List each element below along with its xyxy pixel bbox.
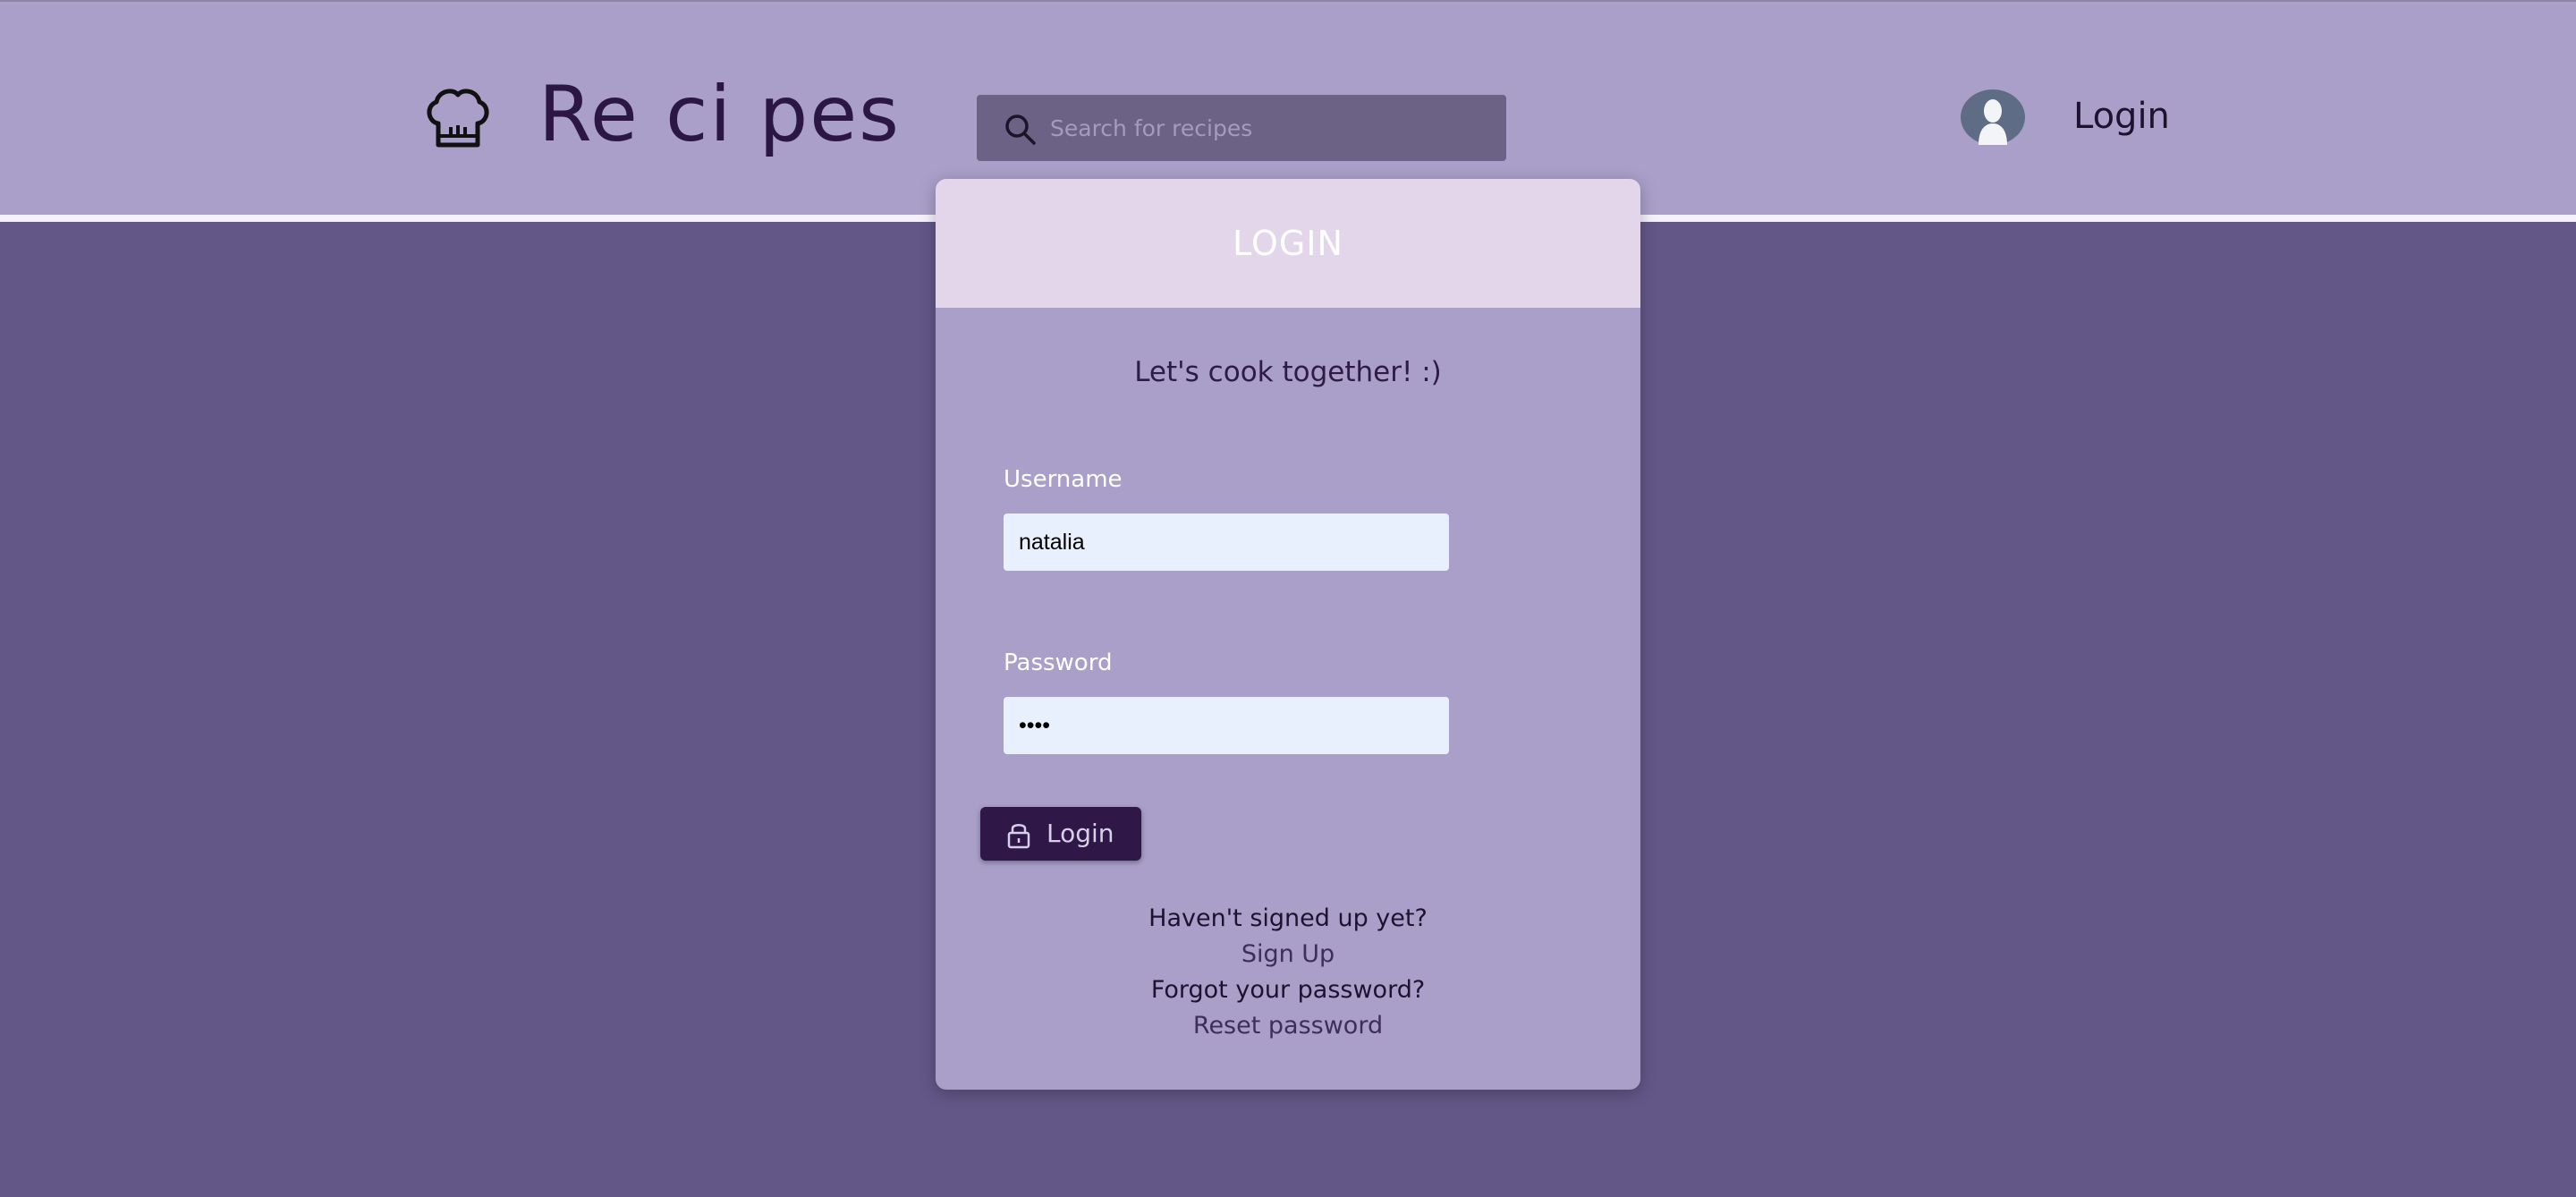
header-login-link[interactable]: Login xyxy=(2073,93,2170,140)
password-field[interactable] xyxy=(1004,697,1449,754)
brand-title[interactable]: Re ci pes xyxy=(538,70,901,159)
lock-icon xyxy=(1007,824,1030,849)
signup-prompt: Haven't signed up yet? xyxy=(1148,904,1428,932)
login-button-label: Login xyxy=(1046,819,1114,848)
login-button[interactable]: Login xyxy=(980,807,1141,861)
login-tagline: Let's cook together! :) xyxy=(1134,356,1442,388)
search-bar[interactable] xyxy=(977,95,1506,161)
login-card-header: LOGIN xyxy=(936,179,1640,308)
search-input[interactable] xyxy=(1050,95,1488,161)
signup-link[interactable]: Sign Up xyxy=(936,938,1640,972)
chef-hat-icon xyxy=(427,89,489,148)
user-avatar-icon[interactable] xyxy=(1961,89,2025,145)
forgot-password-prompt: Forgot your password? xyxy=(1150,976,1426,1004)
reset-password-link[interactable]: Reset password xyxy=(936,1009,1640,1043)
password-label: Password xyxy=(1004,649,1113,676)
username-field[interactable] xyxy=(1004,514,1449,571)
login-card: LOGIN Let's cook together! :) Username P… xyxy=(936,179,1640,1090)
username-label: Username xyxy=(1004,466,1123,493)
login-title: LOGIN xyxy=(1233,224,1343,263)
search-icon[interactable] xyxy=(1004,113,1038,147)
